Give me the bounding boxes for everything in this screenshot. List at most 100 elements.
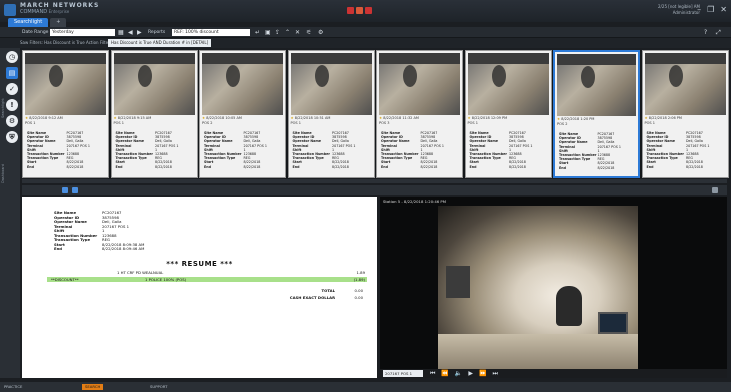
card-details: Site Name PC207167 Operator ID 3875598 Opera…: [559, 132, 636, 170]
card-time: 8/22/2018 2:06 PM: [648, 116, 682, 120]
result-card[interactable]: ★ 8/22/2018 10:05 AM POS 2 Site Name PC2071…: [199, 50, 286, 178]
fast-forward-icon[interactable]: ⏩: [479, 369, 486, 378]
run-icon[interactable]: ↵: [255, 29, 260, 36]
card-time: 8/22/2018 9:12 AM: [29, 116, 63, 120]
notification-tray[interactable]: [347, 7, 372, 14]
brand-product: COMMAND: [20, 9, 48, 15]
report-select[interactable]: REF: 100% discount: [172, 29, 250, 36]
collapse-icon[interactable]: ⌃: [285, 29, 290, 36]
card-field-value: 8/22/2018: [66, 164, 84, 169]
window-controls: – ❐ ✕: [697, 5, 727, 14]
card-time: 8/22/2018 9:15 AM: [117, 116, 152, 120]
card-details: Site Name PC207167 Operator ID 3875598 Opera…: [116, 131, 195, 169]
status-search-chip[interactable]: SEARCH: [82, 384, 104, 390]
video-frame[interactable]: [438, 206, 638, 369]
info-label: End: [54, 246, 63, 251]
date-range-label: Date Range: [22, 30, 49, 35]
thumbnail-image[interactable]: [202, 53, 283, 115]
result-card[interactable]: ★ 8/22/2018 1:20 PM POS 2 Site Name PC20716…: [553, 50, 640, 178]
vtab-dashboard[interactable]: Dashboard: [1, 138, 6, 183]
play-icon[interactable]: ▶: [468, 369, 473, 378]
card-pos: POS 1: [644, 121, 655, 125]
expand-icon[interactable]: ⤢: [716, 29, 721, 36]
alarm-icon[interactable]: [356, 7, 363, 14]
card-field-value: 8/22/2018: [597, 165, 615, 170]
save-icon[interactable]: ▣: [265, 29, 271, 36]
checkmark-icon[interactable]: ✓: [6, 83, 18, 95]
result-card[interactable]: ★ 8/22/2018 2:06 PM POS 1 Site Name PC20716…: [641, 50, 729, 178]
card-field-label: End: [646, 164, 654, 169]
clear-icon[interactable]: ✕: [295, 29, 300, 36]
card-time: 8/22/2018 11:32 AM: [383, 116, 419, 120]
result-card[interactable]: ★ 8/22/2018 10:51 AM POS 1 Site Name PC2071…: [287, 50, 375, 178]
brand-logo: MARCH NETWORKS COMMAND Enterprise: [20, 3, 99, 16]
card-field-value: 8/22/2018: [243, 164, 261, 169]
maximize-icon[interactable]: ❐: [707, 5, 714, 14]
total-label: TOTAL: [321, 288, 335, 293]
volume-icon[interactable]: 🔈: [455, 369, 462, 378]
thumbnail-image[interactable]: [644, 53, 726, 115]
settings-icon[interactable]: ⚙: [6, 115, 18, 127]
thumbnail-image[interactable]: [557, 54, 636, 116]
card-field-label: End: [115, 164, 123, 169]
clock-icon[interactable]: ◷: [6, 51, 18, 63]
camera-select[interactable]: 207167 POS 1: [383, 370, 423, 377]
calendar-icon[interactable]: ▦: [118, 29, 124, 36]
filter-bar: Saw Filters: Has Discount is True Action…: [0, 38, 731, 48]
total-line: TOTAL 0.00: [243, 288, 363, 293]
result-card[interactable]: ★ 8/22/2018 12:09 PM POS 1 Site Name PC2071…: [464, 50, 552, 178]
forward-icon[interactable]: ▶: [137, 29, 142, 36]
thumbnail-image[interactable]: [290, 53, 372, 115]
thumbnail-image[interactable]: [25, 53, 106, 115]
thumbnail-image[interactable]: [113, 53, 195, 115]
tab-searchlight[interactable]: Searchlight: [8, 18, 49, 27]
skip-back-icon[interactable]: ⏮: [430, 369, 435, 378]
card-meta: ★ 8/22/2018 2:06 PM POS 1: [645, 116, 726, 126]
grid-view-icon[interactable]: [62, 187, 68, 193]
discount-amount: (1.89): [353, 277, 365, 282]
export-icon[interactable]: ⇪: [275, 29, 280, 36]
card-details: Site Name PC207167 Operator ID 3875598 Opera…: [293, 131, 372, 169]
results-strip: ★ 8/22/2018 9:12 AM POS 1 Site Name PC20716…: [22, 50, 729, 178]
reports-label: Reports: [148, 30, 166, 35]
tab-bar: Searchlight +: [8, 18, 67, 27]
maximize-icon[interactable]: [712, 187, 718, 193]
line-amount: 1.89: [356, 270, 365, 275]
receipt-icon[interactable]: ▤: [6, 67, 18, 79]
close-icon[interactable]: ✕: [720, 5, 727, 14]
transaction-info: Site Name PC207167 Operator ID 3875598 Opera…: [54, 210, 144, 252]
settings-icon[interactable]: ⚙: [318, 29, 323, 36]
result-card[interactable]: ★ 8/22/2018 9:15 AM POS 1 Site Name PC20716…: [110, 50, 198, 178]
thumbnail-image[interactable]: [379, 53, 460, 115]
add-tab-button[interactable]: +: [50, 18, 67, 27]
card-field-value: 8/22/2018: [155, 164, 172, 169]
card-pos: POS 2: [202, 121, 213, 125]
result-card[interactable]: ★ 8/22/2018 9:12 AM POS 1 Site Name PC20716…: [22, 50, 109, 178]
filter-chip[interactable]: Has Discount is True AND Duration # in […: [108, 39, 212, 47]
filter-icon[interactable]: ⚟: [306, 29, 311, 36]
vtab-searchlight[interactable]: Searchlight: [1, 73, 6, 118]
playback-buttons: ⏮ ⏪ 🔈 ▶ ⏩ ⏭: [430, 369, 498, 378]
card-pos: POS 1: [25, 121, 36, 125]
card-field-value: 8/22/2018: [509, 164, 526, 169]
left-sidebar: Searchlight Dashboard ◷ ▤ ✓ ! ⚙ ⛨: [0, 48, 20, 378]
help-icon[interactable]: ?: [704, 29, 707, 36]
thumbnail-image[interactable]: [467, 53, 549, 115]
list-view-icon[interactable]: [72, 187, 78, 193]
back-icon[interactable]: ◀: [128, 29, 133, 36]
card-meta: ★ 8/22/2018 9:12 AM POS 1: [25, 116, 106, 126]
total-value: 0.00: [354, 288, 363, 293]
counter: [438, 334, 638, 369]
alert-icon[interactable]: [347, 7, 354, 14]
horizontal-scrollbar[interactable]: [22, 179, 727, 183]
app-logo-icon: [4, 4, 16, 16]
result-card[interactable]: ★ 8/22/2018 11:32 AM POS 3 Site Name PC2071…: [376, 50, 463, 178]
alert-icon[interactable]: !: [6, 99, 18, 111]
minimize-icon[interactable]: –: [697, 5, 701, 14]
skip-forward-icon[interactable]: ⏭: [492, 369, 497, 378]
shield-icon[interactable]: ⛨: [6, 131, 18, 143]
card-field-label: End: [381, 164, 388, 169]
date-range-select[interactable]: Yesterday: [50, 29, 115, 36]
warning-icon[interactable]: [365, 7, 372, 14]
rewind-icon[interactable]: ⏪: [441, 369, 448, 378]
